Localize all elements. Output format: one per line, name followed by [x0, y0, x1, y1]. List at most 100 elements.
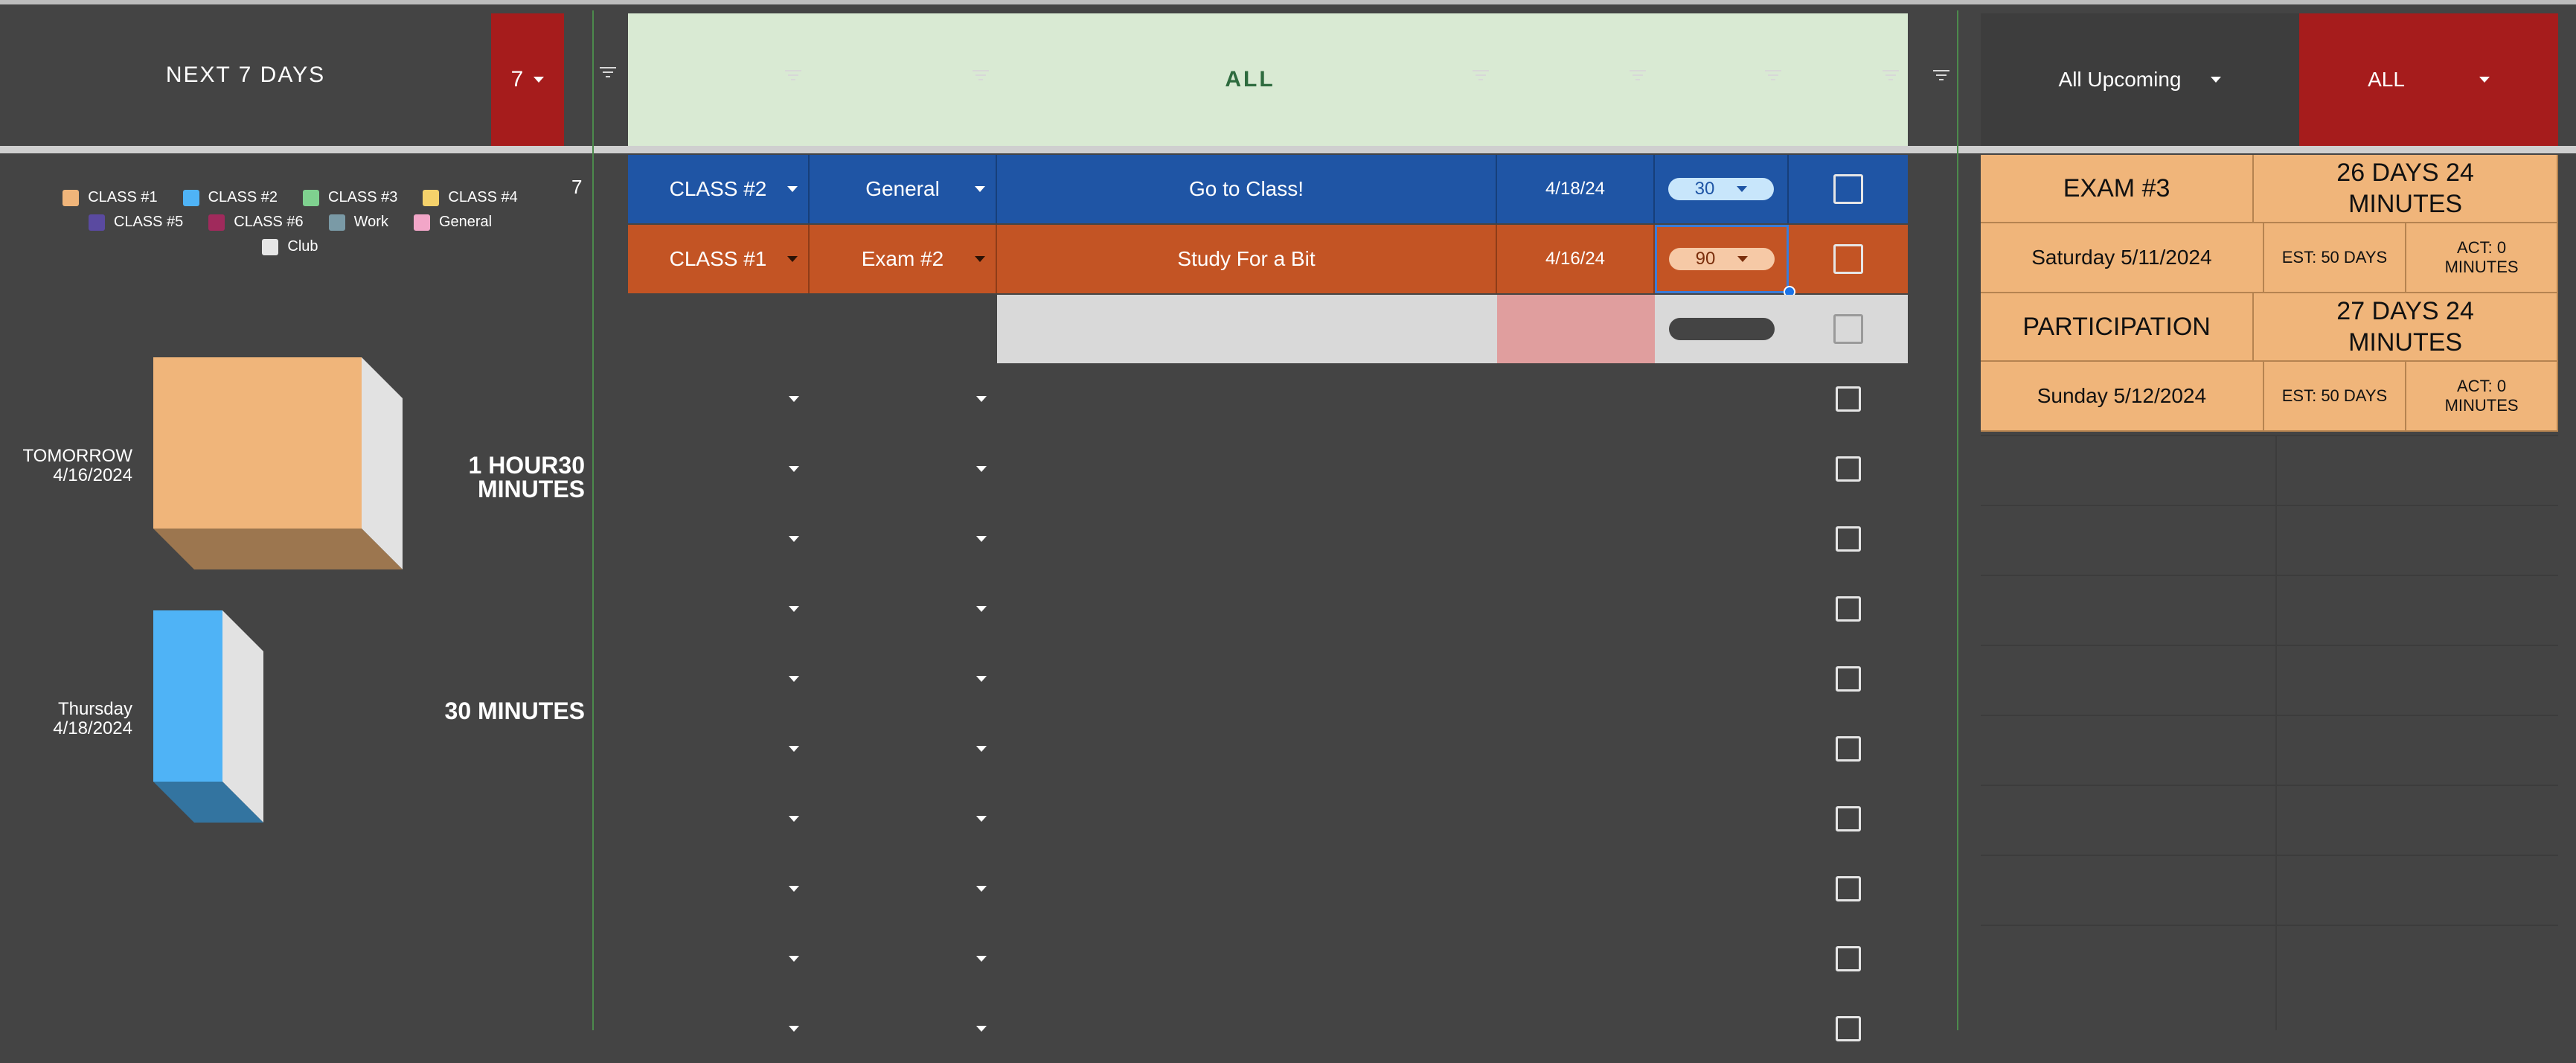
legend-swatch	[303, 189, 319, 206]
type-dropdown-cell[interactable]: Exam #2	[810, 225, 997, 293]
chevron-down-icon[interactable]	[976, 886, 987, 892]
chevron-down-icon[interactable]	[789, 746, 799, 752]
chevron-down-icon[interactable]	[976, 396, 987, 402]
minutes-cell[interactable]: 30	[1655, 155, 1789, 223]
minutes-chip[interactable]	[1669, 318, 1775, 340]
chevron-down-icon[interactable]	[976, 1026, 987, 1032]
chevron-down-icon	[787, 186, 798, 192]
class-value: CLASS #1	[669, 247, 767, 270]
class-dropdown-cell[interactable]: CLASS #2	[628, 155, 810, 223]
chart-bar-bottom	[153, 529, 403, 569]
table-row	[628, 505, 1908, 573]
done-checkbox[interactable]	[1836, 386, 1861, 412]
chevron-down-icon[interactable]	[789, 396, 799, 402]
done-checkbox[interactable]	[1836, 526, 1861, 552]
legend-item: CLASS #5	[88, 214, 183, 231]
legend-swatch	[63, 189, 80, 206]
chevron-down-icon[interactable]	[976, 466, 987, 472]
task-cell[interactable]: Go to Class!	[997, 155, 1497, 223]
chevron-down-icon[interactable]	[789, 1026, 799, 1032]
done-checkbox[interactable]	[1836, 876, 1861, 901]
table-row	[628, 715, 1908, 783]
chevron-down-icon[interactable]	[789, 466, 799, 472]
minutes-value: 90	[1695, 249, 1716, 269]
filter-icon[interactable]	[600, 67, 616, 79]
class-value: CLASS #2	[669, 177, 767, 200]
upcoming-actual: ACT: 0 MINUTES	[2406, 362, 2558, 432]
type-filter-icon[interactable]	[973, 70, 989, 82]
class-select-value: ALL	[2368, 68, 2405, 91]
minutes-chip[interactable]: 30	[1668, 178, 1774, 200]
upcoming-countdown: 26 DAYS 24 MINUTES	[2254, 155, 2558, 223]
days-dropdown[interactable]: 7	[491, 13, 564, 146]
chevron-down-icon[interactable]	[789, 606, 799, 612]
upcoming-dropdown[interactable]: All Upcoming	[1981, 13, 2299, 146]
date-cell[interactable]: 4/18/24	[1497, 155, 1655, 223]
upcoming-estimate: EST: 50 DAYS	[2263, 362, 2407, 432]
type-value: Exam #2	[861, 247, 944, 270]
chevron-down-icon[interactable]	[976, 536, 987, 542]
type-value: General	[865, 177, 940, 200]
done-checkbox[interactable]	[1833, 244, 1863, 274]
chart-legend: CLASS #1 CLASS #2 CLASS #3 CLASS #4 CLAS…	[15, 189, 565, 255]
chevron-down-icon[interactable]	[789, 816, 799, 822]
legend-item: General	[413, 214, 492, 231]
date-cell[interactable]	[1497, 295, 1655, 363]
task-cell[interactable]: Study For a Bit	[997, 225, 1497, 293]
class-dropdown-cell[interactable]: CLASS #1	[628, 225, 810, 293]
chevron-down-icon[interactable]	[789, 956, 799, 962]
column-border-right	[1957, 10, 1958, 1030]
date-filter-icon[interactable]	[1630, 70, 1646, 82]
chart-bar-front	[153, 610, 222, 782]
upcoming-date: Saturday 5/11/2024	[1981, 223, 2264, 293]
chevron-down-icon	[1737, 186, 1748, 192]
legend-swatch	[182, 189, 199, 206]
task-filter-icon[interactable]	[1473, 70, 1489, 82]
legend-item: CLASS #4	[423, 189, 518, 206]
table-row	[628, 785, 1908, 853]
type-dropdown-cell[interactable]: General	[810, 155, 997, 223]
legend-swatch	[413, 214, 430, 231]
done-filter-icon[interactable]	[1883, 70, 1899, 82]
done-checkbox[interactable]	[1833, 174, 1863, 204]
done-checkbox[interactable]	[1836, 456, 1861, 482]
done-checkbox[interactable]	[1836, 806, 1861, 831]
chart-value-label: 1 HOUR30 MINUTES	[469, 452, 586, 502]
task-cell[interactable]	[997, 295, 1497, 363]
done-checkbox[interactable]	[1836, 596, 1861, 622]
class-dropdown[interactable]: ALL	[2299, 13, 2558, 146]
done-checkbox[interactable]	[1836, 666, 1861, 692]
minutes-cell[interactable]	[1655, 295, 1789, 363]
chevron-down-icon[interactable]	[789, 676, 799, 682]
done-checkbox[interactable]	[1836, 1016, 1861, 1041]
range-label: NEXT 7 DAYS	[0, 4, 491, 146]
upcoming-estimate: EST: 50 DAYS	[2263, 223, 2407, 293]
table-row	[628, 645, 1908, 713]
chevron-down-icon[interactable]	[976, 606, 987, 612]
class-filter-icon[interactable]	[785, 70, 801, 82]
minutes-cell-selected[interactable]: 90	[1655, 225, 1789, 293]
chevron-down-icon[interactable]	[976, 956, 987, 962]
chevron-down-icon[interactable]	[976, 676, 987, 682]
chevron-down-icon	[787, 256, 798, 262]
filter-all-label: ALL	[1225, 67, 1275, 92]
table-row	[628, 365, 1908, 433]
upcoming-actual: ACT: 0 MINUTES	[2406, 223, 2558, 293]
upcoming-name: EXAM #3	[1981, 155, 2255, 223]
done-checkbox[interactable]	[1836, 946, 1861, 971]
extra-filter-icon[interactable]	[1933, 70, 1949, 82]
legend-item: CLASS #2	[182, 189, 278, 206]
done-checkbox[interactable]	[1833, 314, 1863, 344]
done-checkbox[interactable]	[1836, 736, 1861, 762]
chevron-down-icon[interactable]	[789, 886, 799, 892]
minutes-chip[interactable]: 90	[1669, 248, 1775, 270]
minutes-filter-icon[interactable]	[1765, 70, 1781, 82]
chevron-down-icon[interactable]	[976, 816, 987, 822]
gridline	[1981, 785, 2558, 786]
left-count: 7	[571, 176, 583, 198]
legend-swatch	[423, 189, 440, 206]
legend-swatch	[328, 214, 345, 231]
chevron-down-icon[interactable]	[789, 536, 799, 542]
date-cell[interactable]: 4/16/24	[1497, 225, 1655, 293]
chevron-down-icon[interactable]	[976, 746, 987, 752]
